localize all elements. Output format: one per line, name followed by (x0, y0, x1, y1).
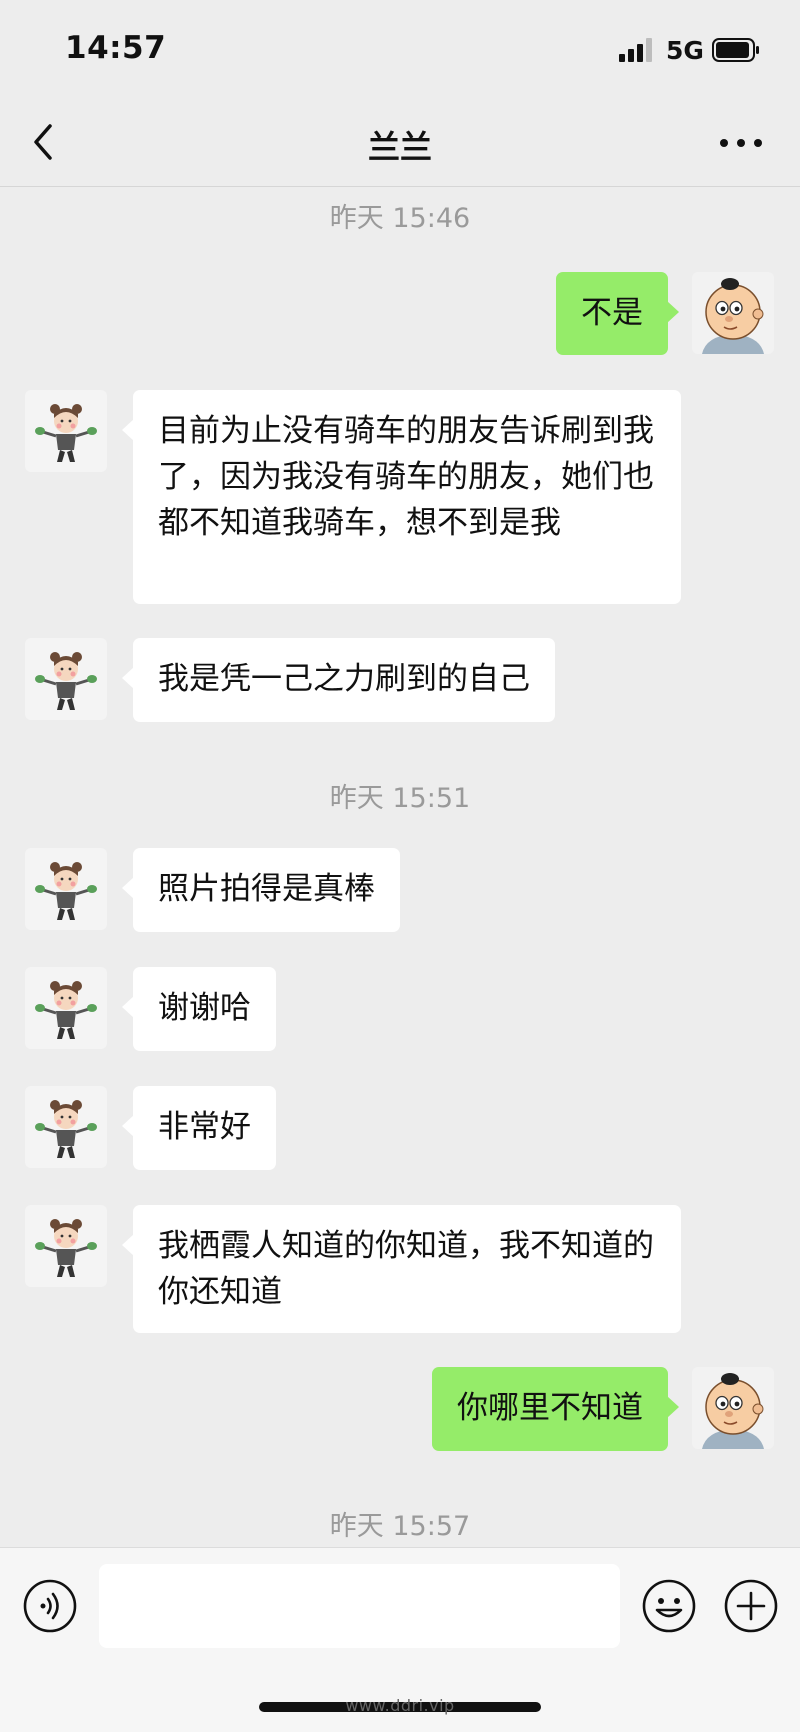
chat-title: 兰兰 (367, 128, 432, 166)
contact-avatar[interactable] (25, 967, 107, 1049)
emoji-icon[interactable] (641, 1578, 697, 1634)
contact-avatar[interactable] (25, 638, 107, 720)
message-bubble-incoming[interactable]: 目前为止没有骑车的朋友告诉刷到我了，因为我没有骑车的朋友，她们也都不知道我骑车，… (122, 390, 681, 604)
plus-icon[interactable] (723, 1578, 779, 1634)
message-bubble-incoming[interactable]: 照片拍得是真棒 (122, 848, 400, 932)
message-bubble-incoming[interactable]: 我栖霞人知道的你知道，我不知道的你还知道 (122, 1205, 681, 1333)
timestamp: 昨天 15:46 (329, 203, 471, 234)
contact-avatar[interactable] (25, 390, 107, 472)
timestamp: 昨天 15:57 (329, 1511, 471, 1542)
network-type: 5G (666, 36, 704, 65)
message-bubble-outgoing[interactable]: 你哪里不知道 (432, 1367, 679, 1451)
watermark: www.ddri.vip (345, 1696, 455, 1715)
message-bubble-incoming[interactable]: 非常好 (122, 1086, 276, 1170)
my-avatar[interactable] (692, 1367, 774, 1449)
my-avatar[interactable] (692, 272, 774, 354)
message-bubble-incoming[interactable]: 我是凭一己之力刷到的自己 (122, 638, 555, 722)
chat-header: 兰兰 (0, 100, 800, 187)
contact-avatar[interactable] (25, 848, 107, 930)
status-time: 14:57 (65, 30, 167, 66)
contact-avatar[interactable] (25, 1205, 107, 1287)
timestamp: 昨天 15:51 (329, 783, 471, 814)
message-bubble-incoming[interactable]: 谢谢哈 (122, 967, 276, 1051)
signal-icon (619, 38, 652, 62)
contact-avatar[interactable] (25, 1086, 107, 1168)
message-input[interactable] (99, 1564, 620, 1648)
message-list[interactable]: 昨天 15:46 不是 目前为止没有骑车的朋友告诉刷到我了，因为我没有骑车的朋友… (0, 187, 800, 1547)
more-dots-icon[interactable] (716, 128, 766, 158)
battery-icon (712, 38, 759, 62)
status-bar: 14:57 5G (0, 0, 800, 100)
voice-icon[interactable] (22, 1578, 78, 1634)
message-bubble-outgoing[interactable]: 不是 (556, 272, 679, 355)
